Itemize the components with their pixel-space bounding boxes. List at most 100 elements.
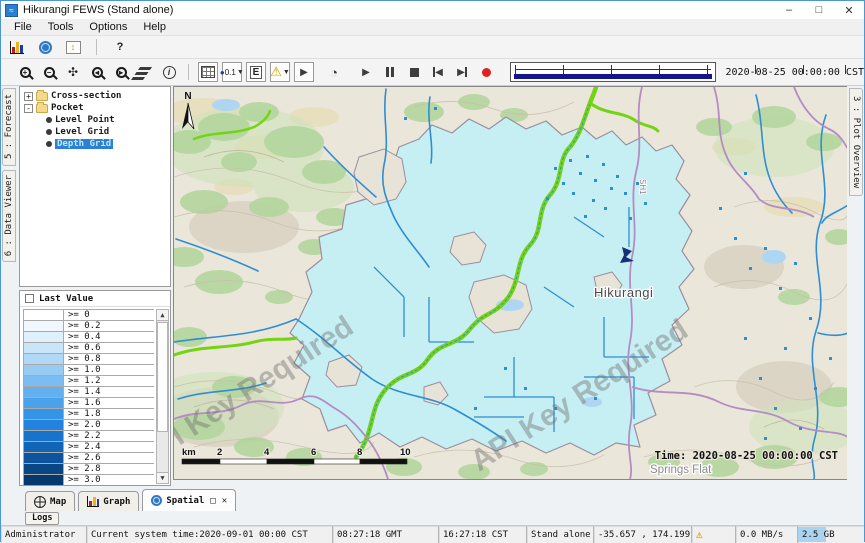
svg-text:N: N [184,91,191,102]
tree-item-depth-grid[interactable]: Depth Grid [20,138,170,150]
tree-item-level-point[interactable]: Level Point [20,114,170,126]
tab-maximize-icon[interactable]: □ [210,496,215,506]
tab-spatial[interactable]: Spatial □ ✕ [142,489,236,511]
legend-row: >= 0.6 [24,343,154,354]
time-slider[interactable] [510,62,716,82]
zoom-next-button[interactable]: ▸ [111,62,131,82]
stop-icon [410,68,419,77]
pause-button[interactable] [380,62,400,82]
main-area: 5 : Forecast 6 : Data Viewer + Cross-sec… [1,86,864,488]
time-slider-track [515,69,711,70]
bar-chart-icon [10,41,24,54]
tab-plot-overview[interactable]: 3 : Plot Overview [849,88,863,196]
time-slider-range [514,74,712,79]
menu-options[interactable]: Options [82,20,134,34]
status-warning[interactable]: ⚠ [692,526,736,543]
grid-toggle-button[interactable] [198,62,218,82]
left-panel: + Cross-section - Pocket Level Point Lev… [17,86,173,488]
status-bar: Administrator Current system time:2020-0… [1,525,864,543]
pan-icon: ✣ [68,65,78,79]
right-tab-strip: 3 : Plot Overview [847,86,864,488]
play-icon: ▶ [362,67,370,78]
zoom-next-icon: ▸ [116,67,127,78]
map-view[interactable]: API Key Required API Key Required N Hiku… [173,86,847,480]
skip-end-button[interactable]: ▶ [452,62,472,82]
menu-help[interactable]: Help [136,20,173,34]
zoom-out-button[interactable]: − [39,62,59,82]
animation-button[interactable]: ▶ [294,62,314,82]
zoom-out-icon: − [44,67,55,78]
svg-text:10: 10 [400,447,411,458]
play-button[interactable]: ▶ [356,62,376,82]
layer-tree: + Cross-section - Pocket Level Point Lev… [19,86,171,287]
legend-row: >= 1.6 [24,398,154,409]
map-time-label: Time: 2020-08-25 00:00:00 CST [655,450,838,462]
close-button[interactable]: ✕ [834,1,864,19]
minimize-button[interactable]: – [774,1,804,19]
town-label: Hikurangi [594,285,653,300]
maximize-button[interactable]: □ [804,1,834,19]
tree-item-level-grid[interactable]: Level Grid [20,126,170,138]
legend-row: >= 1.4 [24,387,154,398]
help-button[interactable]: ? [110,37,130,57]
scroll-up-icon[interactable]: ▲ [157,310,168,321]
zoom-previous-button[interactable]: ◂ [87,62,107,82]
svg-text:6: 6 [311,447,316,458]
svg-text:4: 4 [264,447,270,458]
tab-forecast[interactable]: 5 : Forecast [2,88,16,166]
legend-scrollbar[interactable]: ▲ ▼ [156,309,169,484]
record-button[interactable] [476,62,496,82]
legend-row: >= 0 [24,310,154,321]
info-button[interactable]: i [159,62,179,82]
menu-file[interactable]: File [7,20,39,34]
zoom-in-icon: + [20,67,31,78]
menu-tools[interactable]: Tools [41,20,81,34]
toolbar-separator [188,64,189,80]
stop-button[interactable] [404,62,424,82]
timer-button[interactable]: ◔ [324,62,344,82]
skip-start-button[interactable]: ◀ [428,62,448,82]
app-icon: ≈ [5,4,18,17]
tab-graph[interactable]: Graph [78,491,139,511]
warning-dropdown[interactable]: ⚠ ▼ [270,62,290,82]
timeseries-button[interactable]: ↕ [63,37,83,57]
tree-item-pocket[interactable]: - Pocket [20,102,170,114]
last-value-checkbox[interactable] [25,294,34,303]
bar-chart-icon [87,496,99,507]
chevron-down-icon: ▼ [237,69,244,76]
title-bar: ≈ Hikurangi FEWS (Stand alone) – □ ✕ [1,1,864,19]
legend-row: >= 1.0 [24,365,154,376]
tab-map[interactable]: Map [25,491,75,511]
warning-icon: ⚠ [270,64,282,80]
bullet-icon [46,129,52,135]
editor-button[interactable]: E [246,62,266,82]
tree-item-cross-section[interactable]: + Cross-section [20,90,170,102]
logs-button[interactable]: Logs [25,512,59,525]
bottom-tab-bar: Map Graph Spatial □ ✕ [1,488,864,511]
info-icon: i [163,66,176,79]
scroll-down-icon[interactable]: ▼ [157,472,168,483]
expander-icon[interactable]: + [24,92,33,101]
scrollbar-thumb[interactable] [157,322,168,432]
pan-button[interactable]: ✣ [63,62,83,82]
threshold-dropdown[interactable]: ● 0.1 ▼ [222,62,242,82]
road-label: SH1 [638,179,647,195]
zoom-in-button[interactable]: + [15,62,35,82]
bullet-icon [46,117,52,123]
spatial-display-button[interactable] [35,37,55,57]
status-coordinates: -35.657 , 174.199 [594,526,692,543]
profile-chart-icon: ↕ [66,41,81,54]
svg-text:km: km [182,447,196,458]
tab-close-icon[interactable]: ✕ [222,496,227,506]
explorer-button[interactable] [7,37,27,57]
legend-row: >= 2.6 [24,453,154,464]
legend-row: >= 3.0 [24,475,154,486]
legend-row: >= 1.2 [24,376,154,387]
flat-label: Springs Flat [650,464,712,476]
skip-end-icon [465,67,467,77]
expander-icon[interactable]: - [24,104,33,113]
tab-data-viewer[interactable]: 6 : Data Viewer [2,170,16,262]
logs-row: Logs [1,511,864,525]
legend-row: >= 2.2 [24,431,154,442]
layers-button[interactable] [135,62,155,82]
